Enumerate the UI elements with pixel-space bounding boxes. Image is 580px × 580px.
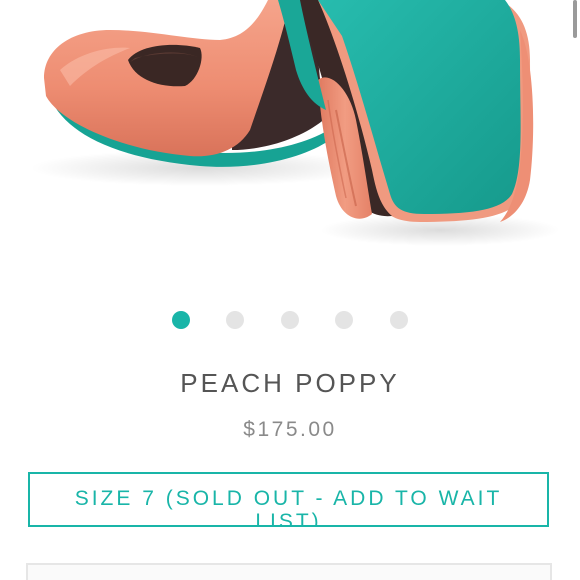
product-title: PEACH POPPY [180, 368, 400, 398]
carousel-dot-4[interactable] [335, 311, 353, 329]
carousel-dot-1[interactable] [172, 311, 190, 329]
carousel-dot-5[interactable] [390, 311, 408, 329]
product-page: PEACH POPPY $175.00 SIZE 7 (SOLD OUT - A… [0, 0, 580, 580]
product-price: $175.00 [243, 418, 337, 441]
size-selector-label: SIZE 7 (SOLD OUT - ADD TO WAIT LIST) [74, 487, 503, 527]
add-to-cart-panel[interactable] [26, 563, 552, 580]
product-image[interactable] [0, 0, 570, 290]
scrollbar[interactable] [573, 0, 577, 38]
carousel-dot-2[interactable] [226, 311, 244, 329]
carousel-dot-3[interactable] [281, 311, 299, 329]
size-selector[interactable]: SIZE 7 (SOLD OUT - ADD TO WAIT LIST) [28, 472, 549, 527]
carousel-dots [0, 311, 580, 331]
shoe-illustration [30, 0, 560, 246]
